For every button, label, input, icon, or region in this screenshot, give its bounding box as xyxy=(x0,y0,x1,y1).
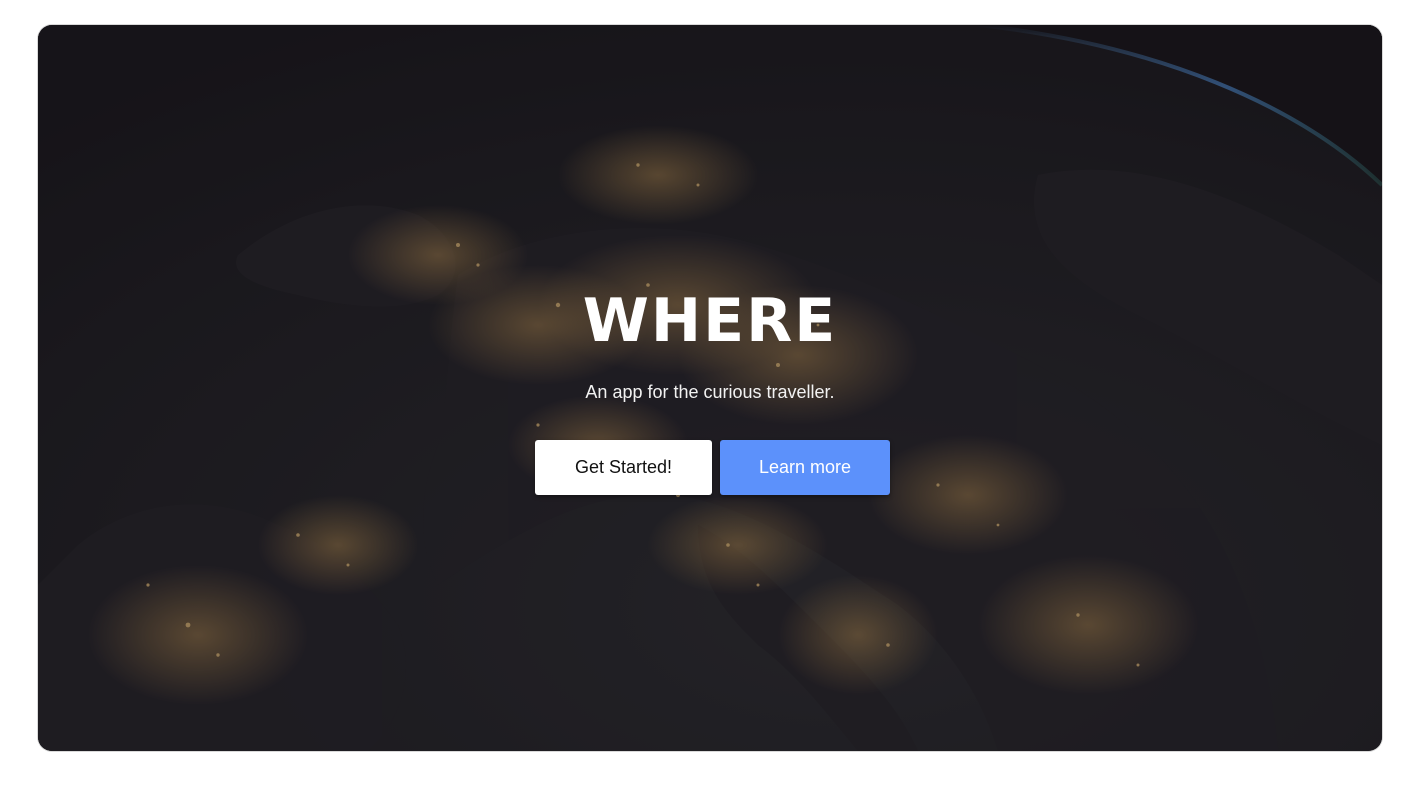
hero-content: WHERE An app for the curious traveller. … xyxy=(38,25,1382,751)
get-started-button[interactable]: Get Started! xyxy=(535,440,712,495)
hero-section: WHERE An app for the curious traveller. … xyxy=(38,25,1382,751)
hero-subtitle: An app for the curious traveller. xyxy=(585,382,835,402)
hero-title: WHERE xyxy=(582,286,838,356)
learn-more-button[interactable]: Learn more xyxy=(720,440,890,495)
